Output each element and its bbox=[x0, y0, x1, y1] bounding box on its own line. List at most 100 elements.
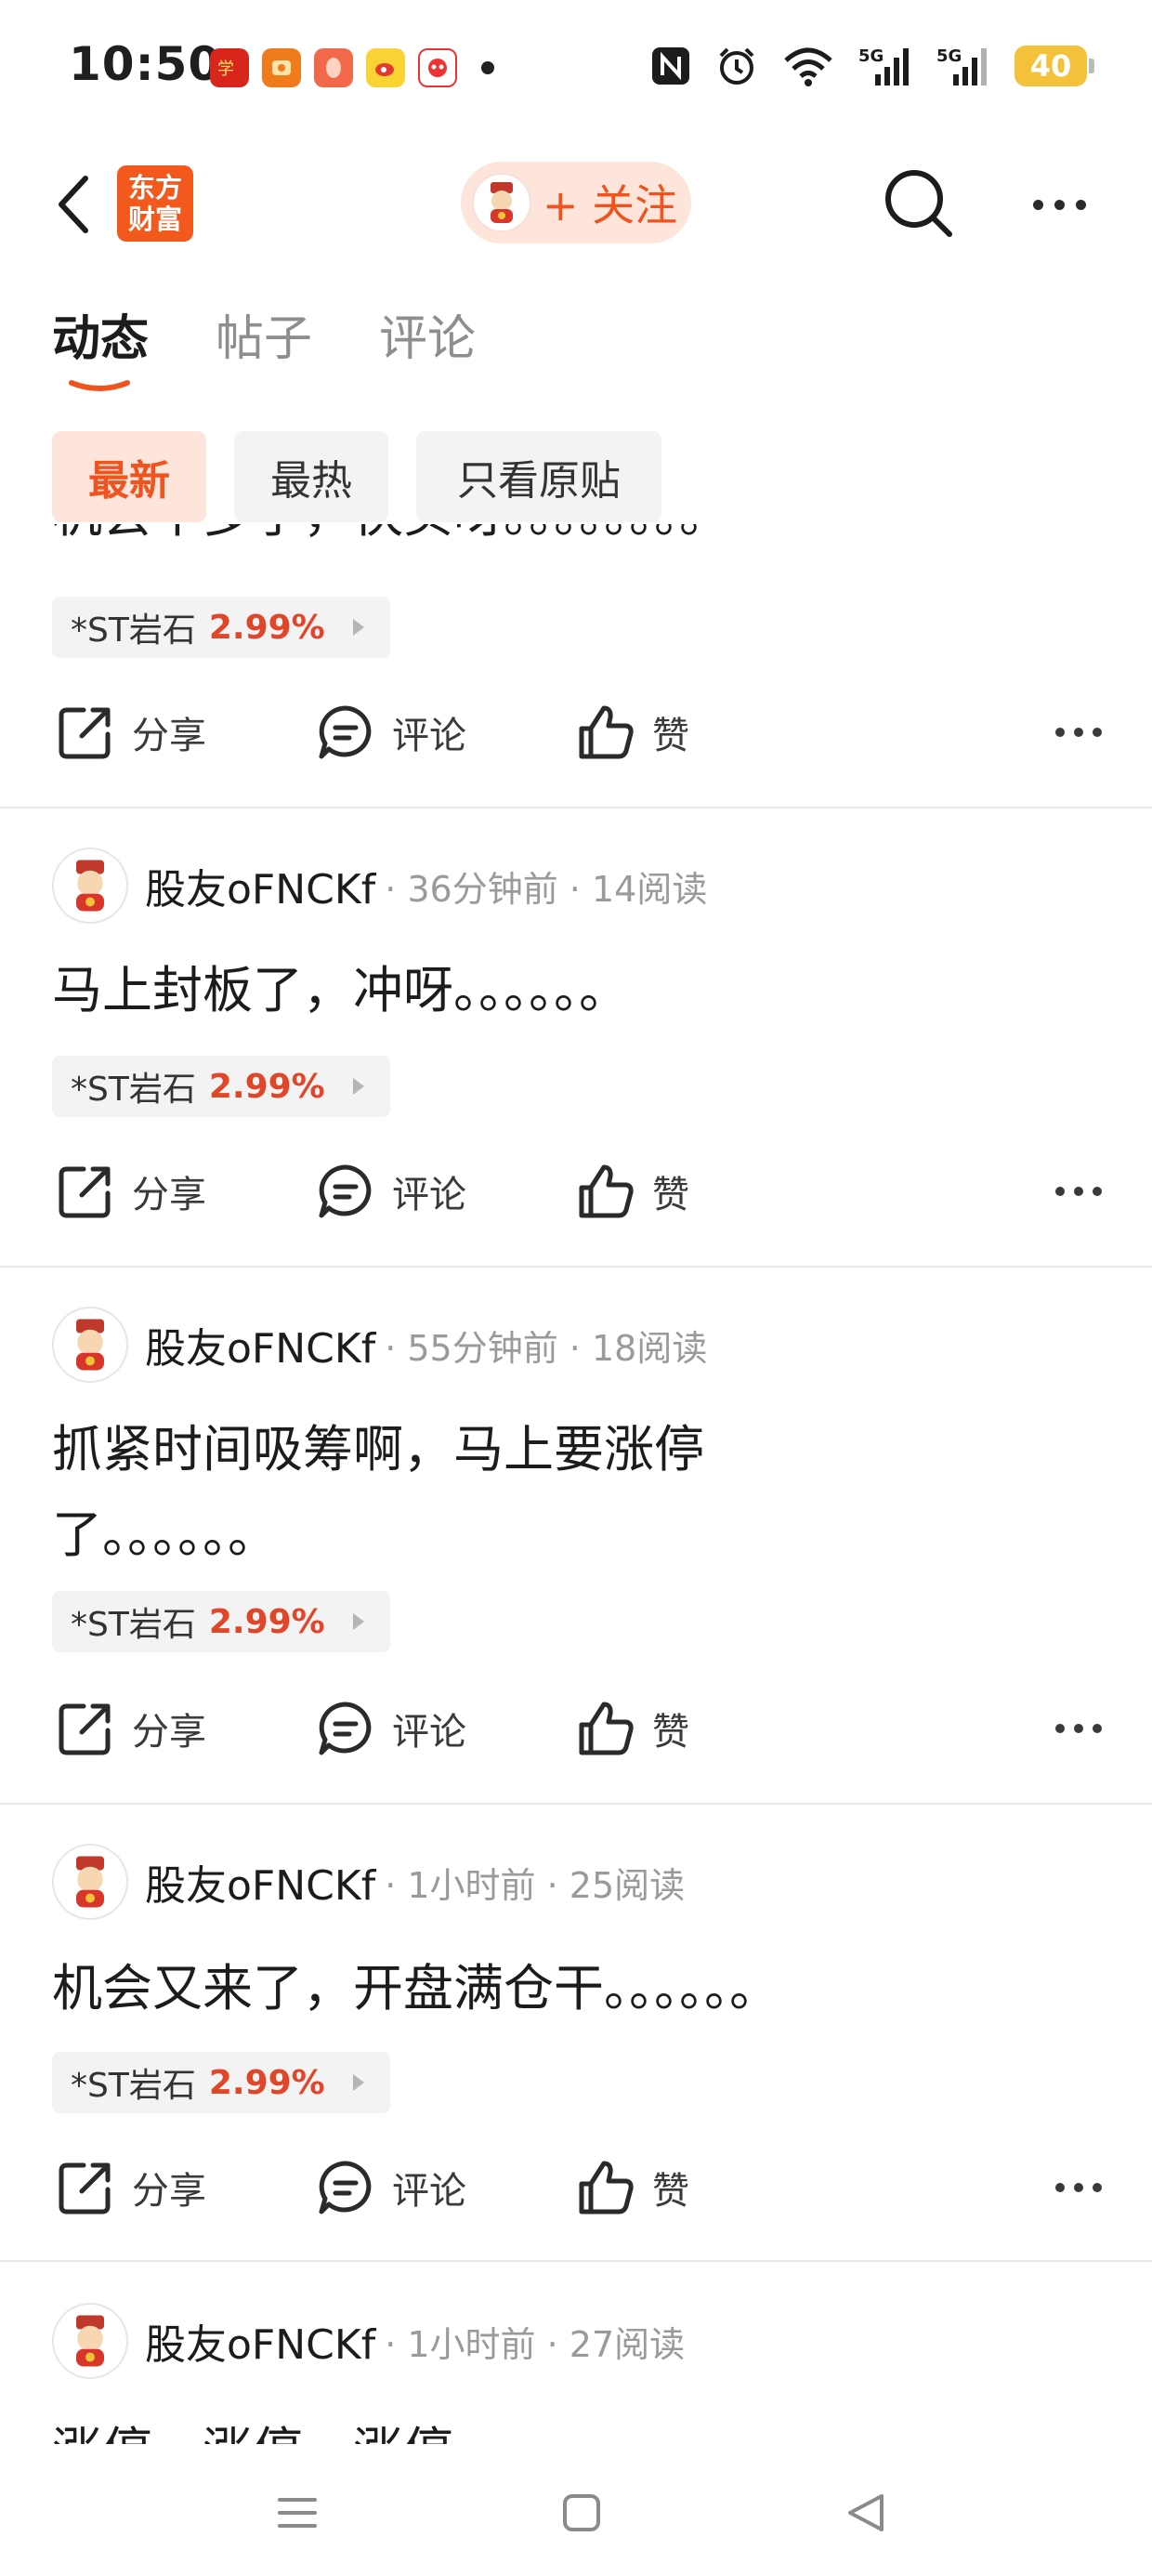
avatar[interactable] bbox=[52, 2303, 128, 2379]
dot-icon bbox=[1074, 1187, 1083, 1196]
post-text[interactable]: 机会又来了，开盘满仓干。。。。。。 bbox=[52, 1946, 1074, 2031]
like-button[interactable]: 赞 bbox=[576, 1154, 689, 1229]
post-more-button[interactable] bbox=[1055, 1691, 1102, 1766]
post-author-row[interactable]: 股友oFNCKf · 1小时前 · 27阅读 bbox=[52, 2303, 685, 2379]
filter-hottest[interactable]: 最热 bbox=[234, 431, 388, 522]
dot-icon bbox=[1054, 199, 1065, 210]
search-button[interactable] bbox=[879, 164, 957, 242]
dot-icon bbox=[1055, 2183, 1065, 2192]
like-button[interactable]: 赞 bbox=[576, 1691, 689, 1766]
back-button[interactable] bbox=[46, 171, 102, 238]
share-icon bbox=[59, 2162, 111, 2215]
stock-tag[interactable]: *ST岩石 2.99% bbox=[52, 2052, 390, 2113]
author-name[interactable]: 股友oFNCKf bbox=[145, 2311, 375, 2371]
share-label: 分享 bbox=[132, 2170, 206, 2213]
share-button[interactable]: 分享 bbox=[56, 1154, 206, 1229]
comment-icon bbox=[319, 2161, 372, 2215]
stock-tag[interactable]: *ST岩石 2.99% bbox=[52, 597, 390, 658]
post-more-button[interactable] bbox=[1055, 2150, 1102, 2225]
follow-label: + 关注 bbox=[543, 180, 678, 230]
stock-tag[interactable]: *ST岩石 2.99% bbox=[52, 1591, 390, 1652]
filter-original-only[interactable]: 只看原贴 bbox=[416, 431, 661, 522]
partial-post-text: 涨停，涨停，涨停 bbox=[52, 2409, 453, 2446]
comment-button[interactable]: 评论 bbox=[316, 1154, 466, 1229]
nav-back-button[interactable] bbox=[838, 2485, 894, 2541]
post-meta: · 55分钟前 · 18阅读 bbox=[385, 1327, 708, 1369]
signal-5g-icon-2: 5G bbox=[936, 46, 987, 85]
share-label: 分享 bbox=[132, 1174, 206, 1216]
dot-icon bbox=[1074, 1724, 1083, 1733]
dot-icon bbox=[1055, 728, 1065, 737]
like-button[interactable]: 赞 bbox=[576, 695, 689, 769]
app-peach-icon bbox=[314, 48, 353, 87]
post-text[interactable]: 抓紧时间吸筹啊，马上要涨停了。。。。。。 bbox=[52, 1407, 851, 1578]
share-icon bbox=[59, 707, 111, 759]
post-meta: · 1小时前 · 27阅读 bbox=[385, 2323, 686, 2365]
avatar[interactable] bbox=[52, 1844, 128, 1920]
comment-label: 评论 bbox=[392, 715, 466, 757]
comment-button[interactable]: 评论 bbox=[316, 1691, 466, 1766]
stock-change: 2.99% bbox=[208, 608, 325, 647]
post-author-row[interactable]: 股友oFNCKf · 36分钟前 · 14阅读 bbox=[52, 848, 707, 924]
like-label: 赞 bbox=[652, 2170, 689, 2213]
thumbs-up-icon bbox=[579, 1702, 634, 1755]
avatar[interactable] bbox=[52, 1307, 128, 1383]
tab-active-indicator bbox=[69, 380, 130, 391]
dot-icon bbox=[1093, 1724, 1102, 1733]
dot-icon bbox=[1093, 1187, 1102, 1196]
tab-bar: 动态 帖子 评论 bbox=[52, 299, 476, 391]
alarm-icon bbox=[719, 47, 754, 85]
stock-tag[interactable]: *ST岩石 2.99% bbox=[52, 1056, 390, 1117]
divider bbox=[0, 1803, 1152, 1805]
thumbs-up-icon bbox=[579, 705, 634, 759]
post-text[interactable]: 涨停，涨停，涨停 bbox=[52, 2409, 453, 2446]
tab-dynamics[interactable]: 动态 bbox=[52, 299, 149, 391]
logo-line-1: 东方 bbox=[127, 172, 182, 204]
play-arrow-icon bbox=[352, 1078, 364, 1095]
author-name[interactable]: 股友oFNCKf bbox=[145, 1852, 375, 1912]
tab-posts[interactable]: 帖子 bbox=[216, 299, 312, 369]
author-name[interactable]: 股友oFNCKf bbox=[145, 856, 375, 915]
logo-line-2: 财富 bbox=[127, 204, 182, 235]
nav-menu-button[interactable] bbox=[269, 2485, 325, 2541]
post-actions: 分享 评论 赞 bbox=[52, 1154, 1102, 1229]
nav-home-button[interactable] bbox=[554, 2485, 609, 2541]
share-button[interactable]: 分享 bbox=[56, 695, 206, 769]
post-author-row[interactable]: 股友oFNCKf · 55分钟前 · 18阅读 bbox=[52, 1307, 707, 1383]
share-icon bbox=[59, 1166, 111, 1218]
like-label: 赞 bbox=[652, 1711, 689, 1754]
nfc-icon bbox=[652, 47, 689, 85]
avatar[interactable] bbox=[52, 848, 128, 924]
like-button[interactable]: 赞 bbox=[576, 2150, 689, 2225]
post-author-row[interactable]: 股友oFNCKf · 1小时前 · 25阅读 bbox=[52, 1844, 685, 1920]
app-orange-icon bbox=[262, 48, 301, 87]
dot-icon bbox=[1093, 2183, 1102, 2192]
author-name[interactable]: 股友oFNCKf bbox=[145, 1315, 375, 1374]
menu-icon bbox=[278, 2498, 317, 2528]
comment-button[interactable]: 评论 bbox=[316, 695, 466, 769]
dot-icon bbox=[1055, 1187, 1065, 1196]
dot-icon bbox=[1074, 2183, 1083, 2192]
stock-name: *ST岩石 bbox=[71, 2067, 196, 2105]
dot-icon bbox=[1074, 728, 1083, 737]
post-more-button[interactable] bbox=[1055, 695, 1102, 769]
share-button[interactable]: 分享 bbox=[56, 1691, 206, 1766]
share-button[interactable]: 分享 bbox=[56, 2150, 206, 2225]
battery-indicator: 40 bbox=[1015, 46, 1094, 86]
fortune-god-avatar-icon bbox=[76, 1319, 104, 1371]
fortune-god-avatar-icon bbox=[76, 860, 104, 912]
post-actions: 分享 评论 赞 bbox=[52, 2150, 1102, 2225]
tab-comments[interactable]: 评论 bbox=[379, 299, 476, 369]
stock-change: 2.99% bbox=[208, 2063, 325, 2102]
follow-avatar bbox=[472, 173, 531, 232]
more-options-button[interactable] bbox=[1022, 177, 1096, 232]
comment-button[interactable]: 评论 bbox=[316, 2150, 466, 2225]
post-text[interactable]: 马上封板了，冲呀。。。。。。 bbox=[52, 948, 851, 1033]
follow-button[interactable]: + 关注 bbox=[461, 162, 691, 243]
post-text: 机会不多了，快买呀。。。。。。。。 bbox=[52, 524, 729, 558]
signal-5g-icon-1: 5G bbox=[858, 46, 909, 85]
post-more-button[interactable] bbox=[1055, 1154, 1102, 1229]
filter-latest[interactable]: 最新 bbox=[52, 431, 206, 522]
fortune-god-avatar-icon bbox=[76, 1856, 104, 1908]
eastmoney-logo[interactable]: 东方 财富 bbox=[117, 165, 193, 242]
